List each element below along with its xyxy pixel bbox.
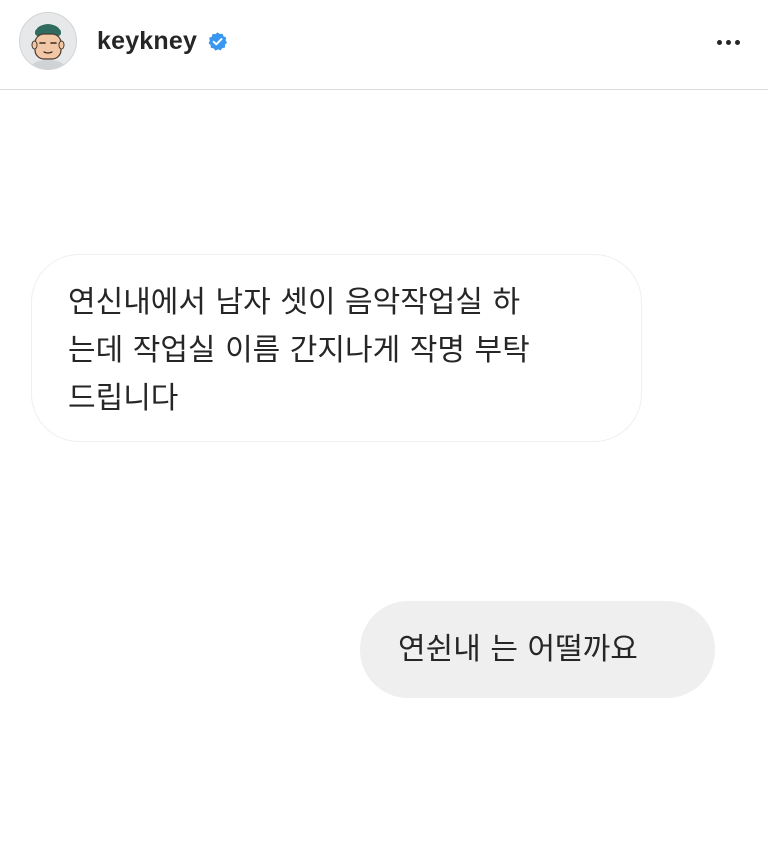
verified-badge-icon [207, 31, 228, 52]
more-dot [725, 39, 731, 45]
more-dot [716, 39, 722, 45]
sent-message-text: 연쉰내 는 어떨까요 [398, 631, 638, 667]
more-dot [734, 39, 740, 45]
received-message-text: 연신내에서 남자 셋이 음악작업실 하 는데 작업실 이름 간지나게 작명 부탁… [68, 285, 530, 416]
sent-message-bubble[interactable]: 연쉰내 는 어떨까요 [360, 601, 715, 698]
chat-header: keykney [0, 0, 768, 90]
cartoon-face-icon [20, 13, 76, 69]
more-options-button[interactable] [708, 28, 748, 56]
avatar[interactable] [19, 12, 77, 70]
username[interactable]: keykney [97, 26, 197, 56]
received-message-bubble[interactable]: 연신내에서 남자 셋이 음악작업실 하 는데 작업실 이름 간지나게 작명 부탁… [31, 254, 642, 442]
